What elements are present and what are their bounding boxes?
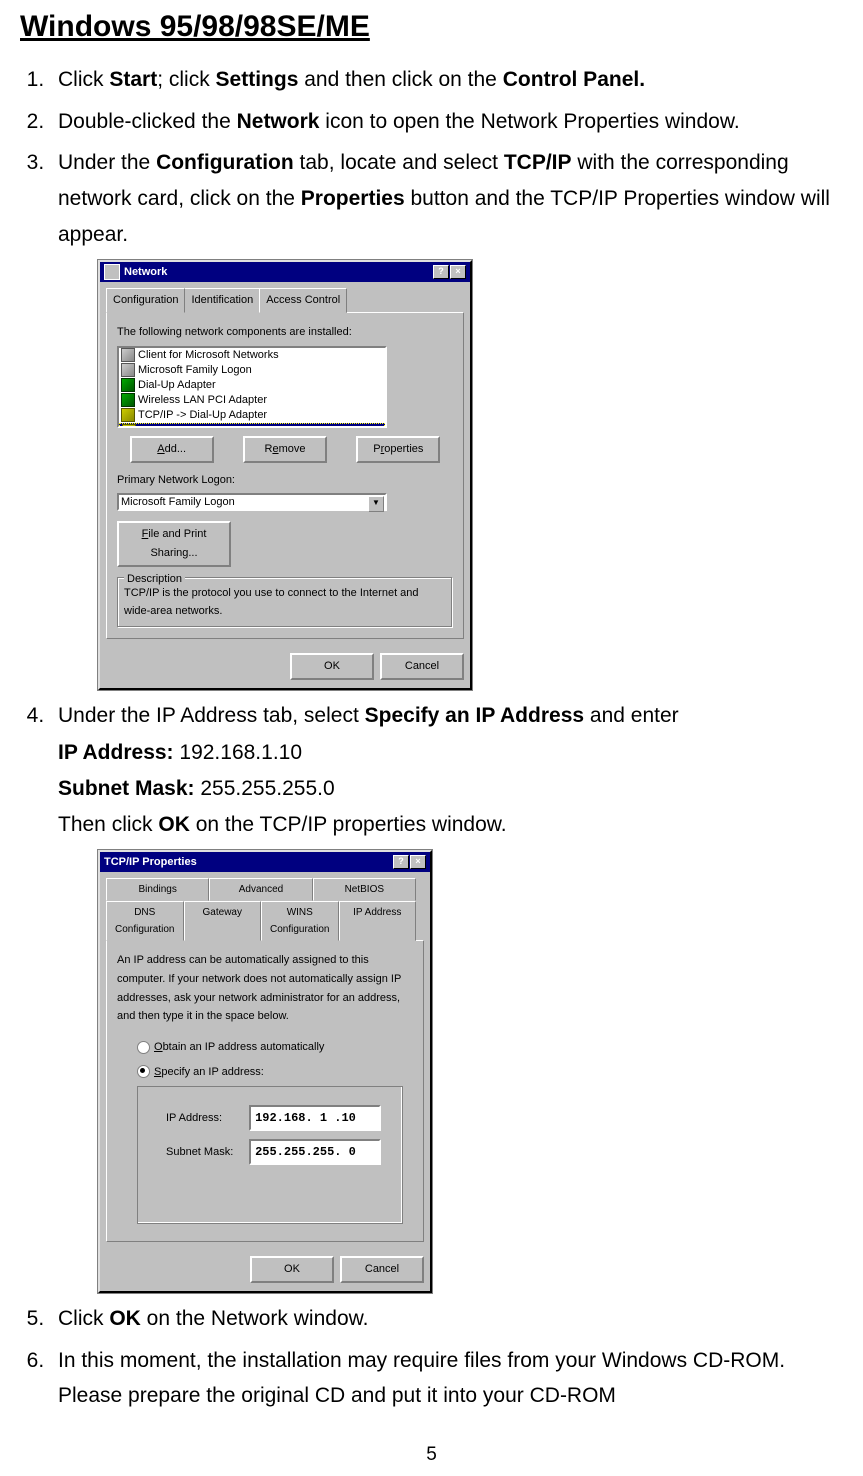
tab-identification[interactable]: Identification	[184, 288, 260, 313]
radio-specify[interactable]: Specify an IP address:	[137, 1063, 413, 1082]
network-dialog: Network ? × Configuration Identification…	[98, 260, 472, 689]
client-icon	[121, 363, 135, 377]
protocol-icon	[122, 424, 136, 428]
ok-button[interactable]: OK	[250, 1256, 334, 1283]
page-heading: Windows 95/98/98SE/ME	[20, 10, 843, 44]
list-item-selected[interactable]: TCP/IP -> Wireless LAN PC Card	[119, 423, 385, 428]
step-4: Under the IP Address tab, select Specify…	[50, 698, 843, 1293]
ip-address-input[interactable]: 192.168. 1 .10	[249, 1105, 381, 1131]
tcpip-dialog: TCP/IP Properties ? × Bindings Advanced …	[98, 850, 432, 1293]
instruction-list: Click Start; click Settings and then cli…	[50, 62, 843, 1414]
subnet-mask-value: 255.255.255.0	[200, 777, 334, 800]
subnet-mask-input[interactable]: 255.255.255. 0	[249, 1139, 381, 1165]
add-button[interactable]: Add...	[130, 436, 214, 463]
ip-field-label: IP Address:	[166, 1109, 246, 1128]
close-button[interactable]: ×	[450, 265, 466, 279]
adapter-icon	[121, 378, 135, 392]
tab-advanced[interactable]: Advanced	[209, 878, 312, 901]
titlebar[interactable]: TCP/IP Properties ? ×	[100, 852, 430, 872]
radio-icon	[137, 1041, 150, 1054]
tab-netbios[interactable]: NetBIOS	[313, 878, 416, 901]
ip-address-label: IP Address:	[58, 741, 179, 764]
tab-dns[interactable]: DNS Configuration	[106, 901, 184, 941]
ok-button[interactable]: OK	[290, 653, 374, 680]
close-button[interactable]: ×	[410, 855, 426, 869]
list-item[interactable]: TCP/IP -> Dial-Up Adapter	[119, 408, 385, 423]
client-icon	[121, 348, 135, 362]
subnet-field-label: Subnet Mask:	[166, 1143, 246, 1162]
dialog-title: TCP/IP Properties	[104, 853, 197, 872]
tab-bindings[interactable]: Bindings	[106, 878, 209, 901]
radio-icon	[137, 1065, 150, 1078]
step-5: Click OK on the Network window.	[50, 1301, 843, 1337]
components-label: The following network components are ins…	[117, 323, 453, 342]
cancel-button[interactable]: Cancel	[380, 653, 464, 680]
logon-label: Primary Network Logon:	[117, 471, 453, 490]
cancel-button[interactable]: Cancel	[340, 1256, 424, 1283]
file-print-sharing-button[interactable]: File and Print Sharing...	[117, 521, 231, 566]
step-6: In this moment, the installation may req…	[50, 1343, 843, 1414]
remove-button[interactable]: Remove	[243, 436, 327, 463]
tab-ip-address[interactable]: IP Address	[339, 901, 417, 941]
description-text: TCP/IP is the protocol you use to connec…	[124, 587, 419, 618]
chevron-down-icon[interactable]: ▼	[368, 496, 384, 512]
titlebar[interactable]: Network ? ×	[100, 262, 470, 282]
step-1: Click Start; click Settings and then cli…	[50, 62, 843, 98]
properties-button[interactable]: Properties	[356, 436, 440, 463]
tab-wins[interactable]: WINS Configuration	[261, 901, 339, 941]
description-label: Description	[124, 570, 185, 589]
adapter-icon	[121, 393, 135, 407]
ip-address-value: 192.168.1.10	[179, 741, 302, 764]
page-number: 5	[20, 1444, 843, 1466]
help-button[interactable]: ?	[393, 855, 409, 869]
subnet-mask-label: Subnet Mask:	[58, 777, 200, 800]
help-button[interactable]: ?	[433, 265, 449, 279]
dialog-title: Network	[124, 263, 167, 282]
radio-obtain-auto[interactable]: Obtain an IP address automatically	[137, 1038, 413, 1057]
description-group: Description TCP/IP is the protocol you u…	[117, 577, 453, 628]
step-3: Under the Configuration tab, locate and …	[50, 145, 843, 689]
tcpip-intro-text: An IP address can be automatically assig…	[117, 951, 413, 1026]
logon-dropdown[interactable]: Microsoft Family Logon ▼	[117, 493, 387, 511]
tab-gateway[interactable]: Gateway	[184, 901, 262, 941]
step-2: Double-clicked the Network icon to open …	[50, 104, 843, 140]
tab-access-control[interactable]: Access Control	[259, 288, 347, 313]
network-icon	[104, 264, 120, 280]
tab-configuration[interactable]: Configuration	[106, 288, 185, 313]
protocol-icon	[121, 408, 135, 422]
components-listbox[interactable]: Client for Microsoft Networks Microsoft …	[117, 346, 387, 428]
